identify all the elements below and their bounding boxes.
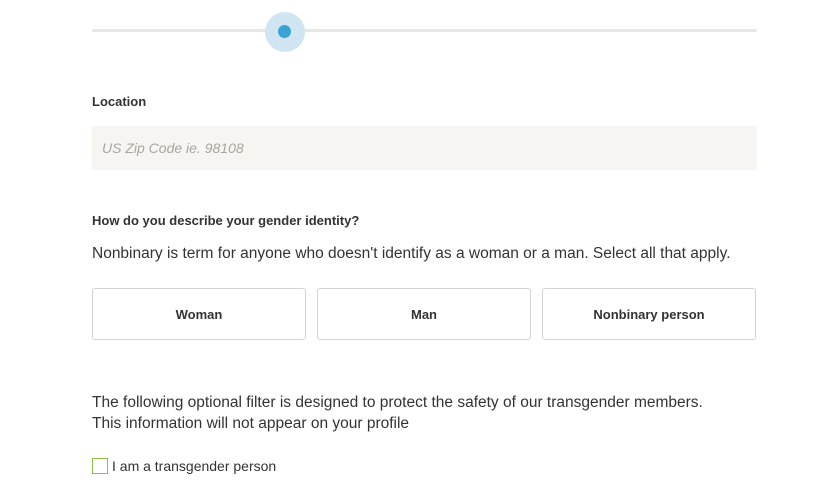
notice-line-1: The following optional filter is designe… — [92, 394, 703, 411]
slider-track[interactable] — [92, 29, 757, 32]
transgender-checkbox-row[interactable]: I am a transgender person — [92, 457, 276, 475]
gender-question: How do you describe your gender identity… — [92, 213, 360, 228]
woman-option-button[interactable]: Woman — [92, 288, 306, 340]
range-slider[interactable] — [92, 12, 757, 52]
zip-code-input[interactable] — [92, 126, 757, 170]
notice-line-2: This information will not appear on your… — [92, 415, 410, 432]
transgender-notice: The following optional filter is designe… — [92, 392, 703, 434]
man-option-button[interactable]: Man — [317, 288, 531, 340]
location-label: Location — [92, 94, 147, 109]
gender-help-text: Nonbinary is term for anyone who doesn't… — [92, 245, 731, 262]
transgender-checkbox-label[interactable]: I am a transgender person — [112, 458, 276, 474]
nonbinary-option-button[interactable]: Nonbinary person — [542, 288, 756, 340]
transgender-checkbox[interactable] — [92, 458, 108, 474]
